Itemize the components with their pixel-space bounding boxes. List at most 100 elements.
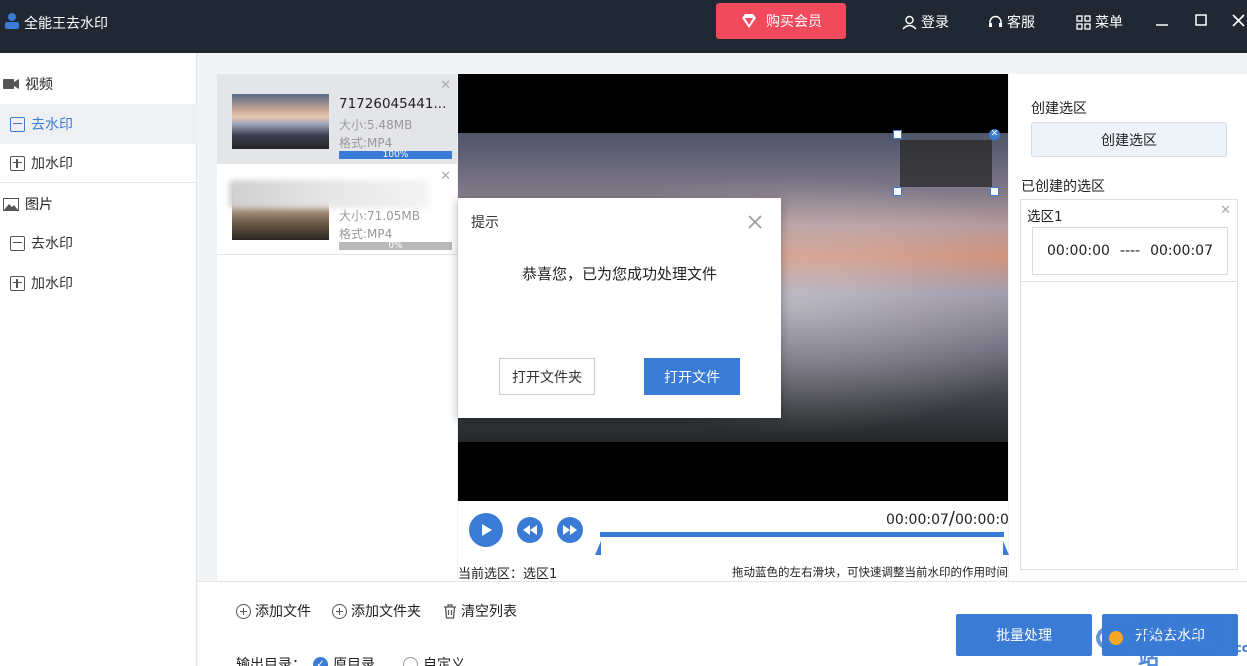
close-icon[interactable] bbox=[747, 214, 763, 230]
remove-file-icon[interactable]: ✕ bbox=[440, 169, 451, 184]
selection-handle[interactable] bbox=[990, 187, 999, 196]
open-file-button[interactable]: 打开文件 bbox=[644, 358, 740, 395]
remove-zone-icon[interactable]: ✕ bbox=[1220, 203, 1231, 218]
fast-forward-icon bbox=[563, 525, 577, 535]
create-zone-button[interactable]: 创建选区 bbox=[1031, 122, 1227, 157]
sidebar-section-video: 视频 bbox=[0, 64, 53, 104]
checked-radio-icon: ✓ bbox=[313, 656, 328, 666]
image-icon bbox=[3, 197, 19, 211]
customer-service-label: 客服 bbox=[1007, 15, 1035, 31]
site-logo-icon bbox=[1096, 624, 1136, 652]
current-range-label: 当前选区：选区1 bbox=[458, 567, 558, 582]
menu-button[interactable]: 菜单 bbox=[1076, 12, 1123, 32]
plus-box-icon bbox=[10, 155, 25, 171]
sidebar-item-video-remove-watermark[interactable]: 去水印 bbox=[0, 104, 197, 144]
clear-list-label: 清空列表 bbox=[461, 604, 517, 620]
file-progress-label: 0% bbox=[388, 241, 403, 251]
clear-list-button[interactable]: 清空列表 bbox=[443, 601, 517, 621]
login-button[interactable]: 登录 bbox=[902, 12, 949, 32]
zone-list: 选区1 ✕ 00:00:00 ---- 00:00:07 bbox=[1020, 199, 1238, 570]
play-button[interactable] bbox=[469, 513, 503, 547]
open-folder-button[interactable]: 打开文件夹 bbox=[499, 358, 595, 395]
rewind-button[interactable] bbox=[517, 517, 543, 543]
sidebar-item-image-remove-watermark[interactable]: 去水印 bbox=[0, 223, 197, 263]
site-logo-text: 极光下载站 bbox=[1138, 616, 1226, 666]
site-watermark-logo: 极光下载站 www.xz7.com bbox=[1086, 610, 1247, 666]
file-size: 大小:5.48MB bbox=[339, 118, 413, 132]
file-size: 大小:71.05MB bbox=[339, 209, 420, 223]
trash-icon bbox=[444, 603, 456, 619]
file-list: 71726045441... 大小:5.48MB 格式:MP4 100% ✕ 大… bbox=[217, 74, 457, 581]
file-name: 71726045441... bbox=[339, 96, 447, 112]
zone-start-time: 00:00:00 bbox=[1047, 243, 1110, 259]
sidebar-item-label: 加水印 bbox=[31, 156, 73, 172]
timeline-hint: 拖动蓝色的左右滑块，可快速调整当前水印的作用时间 bbox=[732, 565, 1008, 579]
menu-label: 菜单 bbox=[1095, 15, 1123, 31]
user-icon bbox=[902, 15, 917, 29]
buy-vip-label: 购买会员 bbox=[766, 14, 822, 30]
selection-panel: 创建选区 创建选区 已创建的选区 选区1 ✕ 00:00:00 ---- 00:… bbox=[1009, 74, 1247, 581]
dialog-title: 提示 bbox=[471, 215, 499, 231]
play-icon bbox=[482, 524, 492, 536]
success-dialog: 提示 恭喜您，已为您成功处理文件 打开文件夹 打开文件 bbox=[458, 198, 781, 418]
add-folder-label: 添加文件夹 bbox=[351, 604, 421, 620]
sidebar-section-video-label: 视频 bbox=[25, 77, 53, 93]
timeline-right-slider[interactable] bbox=[1001, 541, 1009, 555]
batch-process-button[interactable]: 批量处理 bbox=[956, 614, 1092, 656]
blurred-file-name bbox=[229, 180, 429, 208]
remove-file-icon[interactable]: ✕ bbox=[440, 78, 451, 93]
output-original-label: 原目录 bbox=[333, 657, 375, 666]
file-item[interactable]: 71726045441... 大小:5.48MB 格式:MP4 100% ✕ bbox=[217, 74, 457, 164]
customer-service-button[interactable]: 客服 bbox=[988, 12, 1035, 32]
zone-name: 选区1 bbox=[1027, 209, 1063, 225]
radio-icon bbox=[403, 656, 418, 666]
app-logo-icon bbox=[5, 13, 19, 29]
zone-time-separator: ---- bbox=[1119, 243, 1141, 259]
zone-item[interactable]: 选区1 ✕ 00:00:00 ---- 00:00:07 bbox=[1021, 200, 1237, 282]
plus-circle-icon bbox=[332, 603, 347, 619]
close-window-button[interactable] bbox=[1228, 10, 1247, 30]
timeline-left-slider[interactable] bbox=[595, 541, 603, 555]
plus-circle-icon bbox=[236, 603, 251, 619]
sidebar-section-image: 图片 bbox=[0, 184, 53, 224]
timeline-track[interactable] bbox=[600, 532, 1004, 537]
bottom-toolbar: 添加文件 添加文件夹 清空列表 输出目录： ✓ 原目录 自定义 批量处理 开始去… bbox=[198, 581, 1247, 666]
sidebar-item-video-add-watermark[interactable]: 加水印 bbox=[0, 143, 197, 183]
add-folder-button[interactable]: 添加文件夹 bbox=[332, 601, 421, 621]
file-progress-bar: 0% bbox=[339, 241, 452, 251]
add-file-label: 添加文件 bbox=[255, 604, 311, 620]
file-item[interactable]: 大小:71.05MB 格式:MP4 0% ✕ bbox=[217, 165, 457, 255]
output-custom-label: 自定义 bbox=[423, 657, 465, 666]
video-camera-icon bbox=[3, 79, 19, 89]
site-logo-url: www.xz7.com bbox=[1170, 641, 1247, 655]
selection-handle[interactable] bbox=[893, 187, 902, 196]
video-thumbnail bbox=[232, 94, 329, 149]
maximize-icon bbox=[1195, 14, 1207, 26]
grid-menu-icon bbox=[1076, 14, 1091, 30]
sidebar-item-label: 去水印 bbox=[31, 117, 73, 133]
plus-box-icon bbox=[10, 275, 25, 291]
player-controls: 00:00:07/00:00:07 当前选区：选区1 拖动蓝色的左右滑块，可快速… bbox=[458, 501, 1018, 582]
sidebar-item-label: 加水印 bbox=[31, 276, 73, 292]
dialog-message: 恭喜您，已为您成功处理文件 bbox=[521, 265, 717, 283]
add-file-button[interactable]: 添加文件 bbox=[236, 601, 311, 621]
output-original-radio[interactable]: ✓ 原目录 bbox=[313, 654, 375, 666]
minimize-button[interactable] bbox=[1152, 10, 1172, 30]
file-progress-label: 100% bbox=[382, 150, 409, 160]
sidebar-item-image-add-watermark[interactable]: 加水印 bbox=[0, 263, 197, 303]
current-time: 00:00:07 bbox=[886, 512, 949, 528]
minus-box-icon bbox=[10, 235, 25, 251]
fast-forward-button[interactable] bbox=[557, 517, 583, 543]
create-zone-title: 创建选区 bbox=[1031, 101, 1087, 117]
buy-vip-button[interactable]: 购买会员 bbox=[716, 3, 846, 39]
close-icon bbox=[1231, 13, 1245, 27]
sidebar-item-label: 去水印 bbox=[31, 236, 73, 252]
maximize-button[interactable] bbox=[1191, 10, 1211, 30]
sidebar: 视频 去水印 加水印 图片 去水印 加水印 bbox=[0, 53, 197, 666]
selection-handle[interactable] bbox=[893, 130, 902, 139]
delete-selection-icon[interactable]: ✕ bbox=[989, 129, 1000, 140]
output-custom-radio[interactable]: 自定义 bbox=[403, 654, 465, 666]
file-progress-bar: 100% bbox=[339, 150, 452, 160]
sidebar-section-image-label: 图片 bbox=[25, 197, 53, 213]
watermark-selection-box[interactable] bbox=[900, 140, 992, 187]
